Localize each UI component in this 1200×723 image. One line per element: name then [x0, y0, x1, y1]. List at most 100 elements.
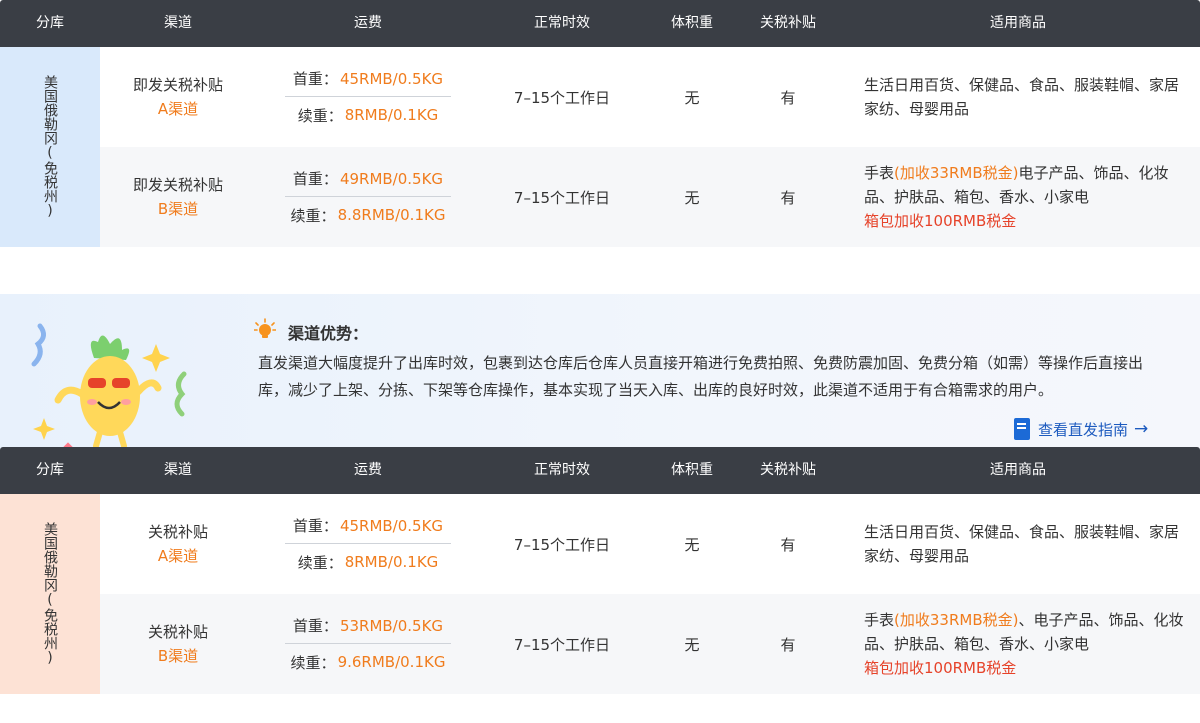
first-weight-value: 45RMB/0.5KG: [339, 516, 444, 535]
subsidy-cell: 有: [780, 88, 796, 107]
header-time: 正常时效: [534, 462, 590, 478]
first-weight-label: 首重：: [292, 170, 338, 188]
header-warehouse: 分库: [36, 462, 64, 478]
warehouse-cell: 美国俄勒冈(免税州): [0, 494, 100, 694]
channel-name: 即发关税补贴: [132, 76, 223, 94]
advantage-text: 直发渠道大幅度提升了出库时效，包裹到达仓库后仓库人员直接开箱进行免费拍照、免费防…: [258, 354, 1144, 399]
time-cell: 7–15个工作日: [513, 535, 611, 554]
channel-cell: 关税补贴 A渠道: [100, 494, 256, 594]
channel-sub: A渠道: [157, 100, 199, 118]
goods-watch-tax: (加收33RMB税金): [894, 164, 1019, 182]
cont-weight-label: 续重：: [297, 553, 343, 572]
cont-weight-value: 8RMB/0.1KG: [344, 553, 439, 571]
header-channel: 渠道: [164, 462, 192, 478]
first-weight: 首重： 45RMB/0.5KG: [285, 61, 451, 97]
direct-guide-label: 查看直发指南: [1038, 420, 1129, 439]
volume-cell: 无: [684, 88, 700, 107]
time-cell: 7–15个工作日: [513, 88, 611, 107]
table-row: 关税补贴 A渠道 首重： 45RMB/0.5KG 续重： 8RMB/0.1KG …: [100, 494, 1200, 594]
fee-cell: 首重： 45RMB/0.5KG 续重： 8RMB/0.1KG: [256, 47, 480, 147]
pineapple-mascot-illustration: [31, 323, 187, 454]
channel-cell: 关税补贴 B渠道: [100, 594, 256, 694]
fee-cell: 首重： 45RMB/0.5KG 续重： 8RMB/0.1KG: [256, 494, 480, 594]
header-goods: 适用商品: [990, 15, 1046, 31]
header-volume: 体积重: [671, 462, 713, 478]
shipping-table-2: 分库 渠道 运费 正常时效 体积重 关税补贴 适用商品 美国俄勒冈(免税州) 关…: [0, 447, 1200, 694]
volume-cell: 无: [684, 635, 700, 654]
volume-cell: 无: [684, 188, 700, 207]
warehouse-cell: 美国俄勒冈(免税州): [0, 47, 100, 247]
goods-text: 生活日用百货、保健品、食品、服装鞋帽、家居家纺、母婴用品: [864, 523, 1180, 565]
table-row: 即发关税补贴 B渠道 首重： 49RMB/0.5KG 续重： 8.8RMB/0.…: [100, 147, 1200, 247]
cont-weight-label: 续重：: [297, 106, 343, 125]
subsidy-cell: 有: [780, 635, 796, 654]
channel-sub: A渠道: [157, 547, 199, 565]
channel-sub: B渠道: [157, 200, 199, 218]
goods-cell: 生活日用百货、保健品、食品、服装鞋帽、家居家纺、母婴用品: [836, 494, 1200, 594]
channel-cell: 即发关税补贴 B渠道: [100, 147, 256, 247]
header-subsidy: 关税补贴: [760, 15, 816, 31]
shipping-table-1: 分库 渠道 运费 正常时效 体积重 关税补贴 适用商品 美国俄勒冈(免税州) 即…: [0, 0, 1200, 464]
fee-cell: 首重： 53RMB/0.5KG 续重： 9.6RMB/0.1KG: [256, 594, 480, 694]
first-weight: 首重： 45RMB/0.5KG: [285, 508, 451, 544]
goods-text: 手表(加收33RMB税金)电子产品、饰品、化妆品、护肤品、箱包、香水、小家电 箱包…: [864, 161, 1184, 233]
header-subsidy: 关税补贴: [760, 462, 816, 478]
direct-guide-link[interactable]: 查看直发指南 →: [1014, 416, 1148, 442]
goods-cell: 手表(加收33RMB税金)、电子产品、饰品、化妆品、护肤品、箱包、香水、小家电箱…: [836, 594, 1200, 694]
arrow-right-icon: →: [1134, 419, 1149, 439]
header-volume: 体积重: [671, 15, 713, 31]
lightbulb-icon: [254, 318, 276, 338]
header-fee: 运费: [354, 462, 382, 478]
first-weight: 首重： 53RMB/0.5KG: [285, 608, 451, 644]
volume-cell: 无: [684, 535, 700, 554]
table-header: 分库 渠道 运费 正常时效 体积重 关税补贴 适用商品: [0, 447, 1200, 494]
header-goods: 适用商品: [990, 462, 1046, 478]
first-weight-value: 49RMB/0.5KG: [339, 169, 444, 188]
fee-cell: 首重： 49RMB/0.5KG 续重： 8.8RMB/0.1KG: [256, 147, 480, 247]
time-cell: 7–15个工作日: [513, 635, 611, 654]
goods-text: 生活日用百货、保健品、食品、服装鞋帽、家居家纺、母婴用品: [864, 76, 1180, 118]
goods-bag-tax: 箱包加收100RMB税金: [864, 212, 1017, 230]
goods-cell: 生活日用百货、保健品、食品、服装鞋帽、家居家纺、母婴用品: [836, 47, 1200, 147]
first-weight-label: 首重：: [292, 70, 338, 88]
cont-weight: 续重： 9.6RMB/0.1KG: [285, 644, 451, 680]
channel-sub: B渠道: [157, 647, 199, 665]
cont-weight-label: 续重：: [290, 206, 336, 225]
header-fee: 运费: [354, 15, 382, 31]
channel-name: 即发关税补贴: [132, 176, 223, 194]
header-time: 正常时效: [534, 15, 590, 31]
subsidy-cell: 有: [780, 535, 796, 554]
table-row: 即发关税补贴 A渠道 首重： 45RMB/0.5KG 续重： 8RMB/0.1K…: [100, 47, 1200, 147]
goods-watch-tax: (加收33RMB税金): [894, 611, 1019, 629]
warehouse-label: 美国俄勒冈(免税州): [42, 75, 58, 219]
table-row: 关税补贴 B渠道 首重： 53RMB/0.5KG 续重： 9.6RMB/0.1K…: [100, 594, 1200, 694]
cont-weight-value: 8.8RMB/0.1KG: [337, 206, 446, 224]
header-channel: 渠道: [164, 15, 192, 31]
goods-text: 手表(加收33RMB税金)、电子产品、饰品、化妆品、护肤品、箱包、香水、小家电箱…: [864, 608, 1184, 680]
book-icon: [1014, 418, 1030, 440]
channel-name: 关税补贴: [147, 523, 208, 541]
cont-weight-label: 续重：: [290, 653, 336, 672]
first-weight-label: 首重：: [292, 517, 338, 535]
cont-weight-value: 9.6RMB/0.1KG: [337, 653, 446, 671]
subsidy-cell: 有: [780, 188, 796, 207]
goods-watch: 手表: [864, 611, 895, 629]
goods-bag-tax: 箱包加收100RMB税金: [864, 659, 1017, 677]
channel-name: 关税补贴: [147, 623, 208, 641]
first-weight-label: 首重：: [292, 617, 338, 635]
cont-weight: 续重： 8.8RMB/0.1KG: [285, 197, 451, 233]
cont-weight: 续重： 8RMB/0.1KG: [285, 544, 451, 580]
goods-watch: 手表: [864, 164, 895, 182]
table-header: 分库 渠道 运费 正常时效 体积重 关税补贴 适用商品: [0, 0, 1200, 47]
time-cell: 7–15个工作日: [513, 188, 611, 207]
channel-cell: 即发关税补贴 A渠道: [100, 47, 256, 147]
channel-advantage-panel: 渠道优势： 直发渠道大幅度提升了出库时效，包裹到达仓库后仓库人员直接开箱进行免费…: [0, 294, 1200, 464]
goods-cell: 手表(加收33RMB税金)电子产品、饰品、化妆品、护肤品、箱包、香水、小家电 箱包…: [836, 147, 1200, 247]
advantage-title: 渠道优势：: [288, 324, 369, 343]
first-weight: 首重： 49RMB/0.5KG: [285, 161, 451, 197]
cont-weight-value: 8RMB/0.1KG: [344, 106, 439, 124]
first-weight-value: 53RMB/0.5KG: [339, 616, 444, 635]
cont-weight: 续重： 8RMB/0.1KG: [285, 97, 451, 133]
warehouse-label: 美国俄勒冈(免税州): [42, 522, 58, 666]
header-warehouse: 分库: [36, 15, 64, 31]
